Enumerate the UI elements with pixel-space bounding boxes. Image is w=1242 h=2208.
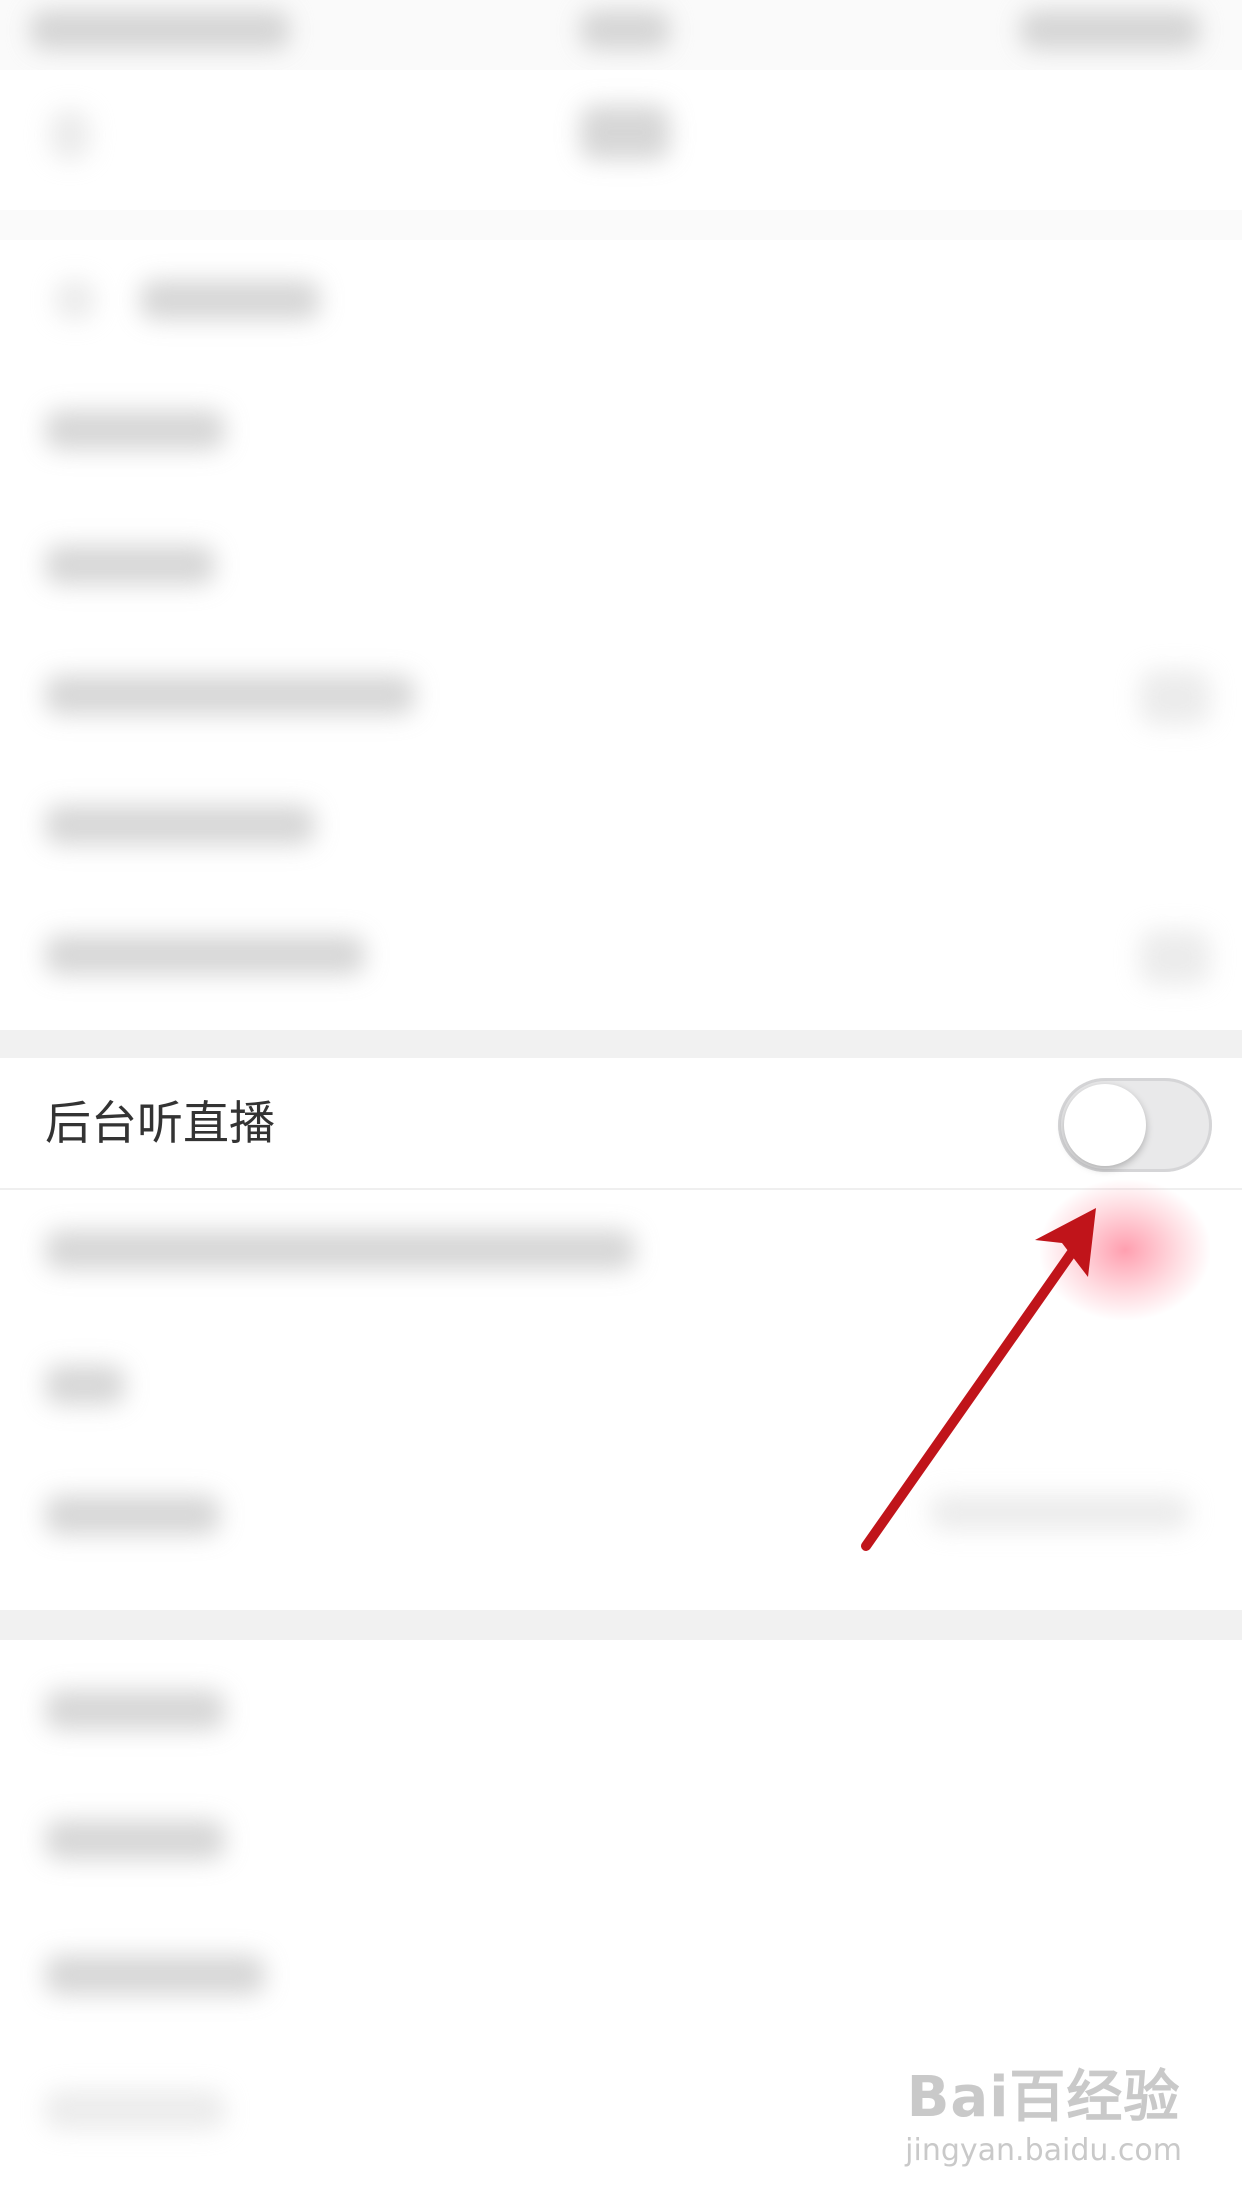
setting-row-background-listen-live: 后台听直播 (0, 1058, 1242, 1190)
watermark-url: jingyan.baidu.com (905, 2133, 1182, 2168)
toggle-knob (1064, 1084, 1146, 1166)
highlight-glow (1040, 1180, 1210, 1320)
settings-group-top (0, 240, 1242, 1030)
setting-label: 后台听直播 (45, 1096, 275, 1150)
background-listen-live-toggle[interactable] (1058, 1078, 1212, 1172)
status-bar (0, 0, 1242, 70)
watermark-logo: Bai百经验 (906, 2065, 1181, 2130)
baidu-watermark: Bai百经验 jingyan.baidu.com (905, 2052, 1182, 2168)
nav-bar (0, 70, 1242, 210)
